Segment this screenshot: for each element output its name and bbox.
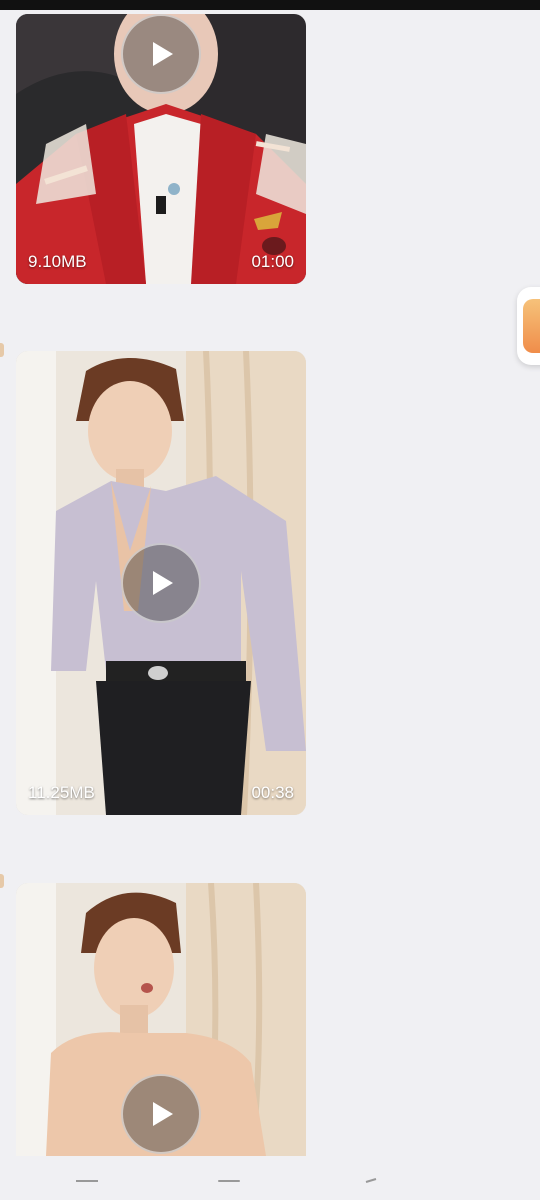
edge-marker: [0, 874, 4, 888]
play-button[interactable]: [121, 1074, 201, 1154]
video-card-2[interactable]: 11.25MB 00:38: [16, 351, 306, 815]
status-bar: [0, 0, 540, 10]
play-icon: [153, 42, 173, 66]
menu-icon[interactable]: [76, 1178, 98, 1184]
video-duration: 00:38: [251, 783, 294, 802]
video-size: 9.10MB: [28, 252, 87, 271]
video-size: 11.25MB: [28, 783, 95, 802]
edge-marker: [0, 343, 4, 357]
play-button[interactable]: [121, 543, 201, 623]
play-icon: [153, 571, 173, 595]
video-duration: 01:00: [251, 252, 294, 271]
play-icon: [153, 1102, 173, 1126]
video-card-1[interactable]: 9.10MB 01:00: [16, 14, 306, 284]
play-button[interactable]: [121, 14, 201, 94]
video-card-3[interactable]: [16, 883, 306, 1156]
back-icon[interactable]: [364, 1178, 378, 1184]
app-shortcut-icon[interactable]: [517, 287, 540, 365]
home-icon[interactable]: [218, 1178, 240, 1184]
system-nav-bar: [0, 1156, 540, 1200]
